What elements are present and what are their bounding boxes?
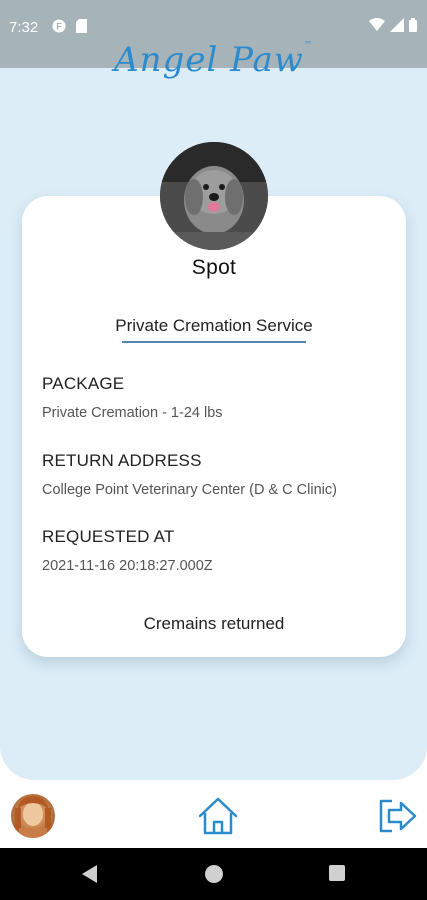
logo-text: Angel Paw [114, 40, 304, 80]
pet-photo-icon [160, 142, 268, 250]
bottom-nav [0, 780, 427, 848]
status-right-icons [369, 18, 417, 35]
pet-name: Spot [191, 256, 237, 279]
service-title: Private Cremation Service [115, 316, 313, 335]
battery-icon [409, 18, 417, 35]
svg-text:F: F [56, 22, 62, 32]
signal-icon [390, 18, 404, 35]
system-nav-bar [0, 848, 427, 900]
user-avatar[interactable] [11, 794, 55, 838]
requested-at-label: REQUESTED AT [42, 527, 175, 546]
service-title-underline [122, 341, 306, 343]
status-time: 7:32 [9, 19, 39, 36]
pet-avatar [160, 142, 268, 250]
wifi-icon [369, 18, 385, 35]
user-photo-icon [15, 796, 51, 838]
service-card: Spot Private Cremation Service PACKAGE P… [22, 196, 406, 657]
logout-button[interactable] [376, 796, 418, 836]
app-logo: Angel Paw™ [0, 40, 427, 80]
return-address-label: RETURN ADDRESS [42, 451, 202, 470]
recent-apps-icon[interactable] [329, 865, 345, 881]
notification-app-icon: F [52, 19, 66, 36]
package-label: PACKAGE [42, 374, 125, 393]
logo-trademark: ™ [303, 40, 313, 49]
package-value: Private Cremation - 1-24 lbs [42, 405, 223, 421]
home-button[interactable] [196, 796, 240, 836]
system-home-icon[interactable] [205, 865, 223, 883]
back-icon[interactable] [82, 865, 98, 888]
home-icon [198, 797, 238, 835]
requested-at-value: 2021-11-16 20:18:27.000Z [42, 558, 213, 574]
status-text: Cremains returned [143, 614, 285, 633]
sd-card-icon [76, 19, 87, 36]
logout-icon [379, 799, 417, 833]
return-address-value: College Point Veterinary Center (D & C C… [42, 482, 337, 498]
